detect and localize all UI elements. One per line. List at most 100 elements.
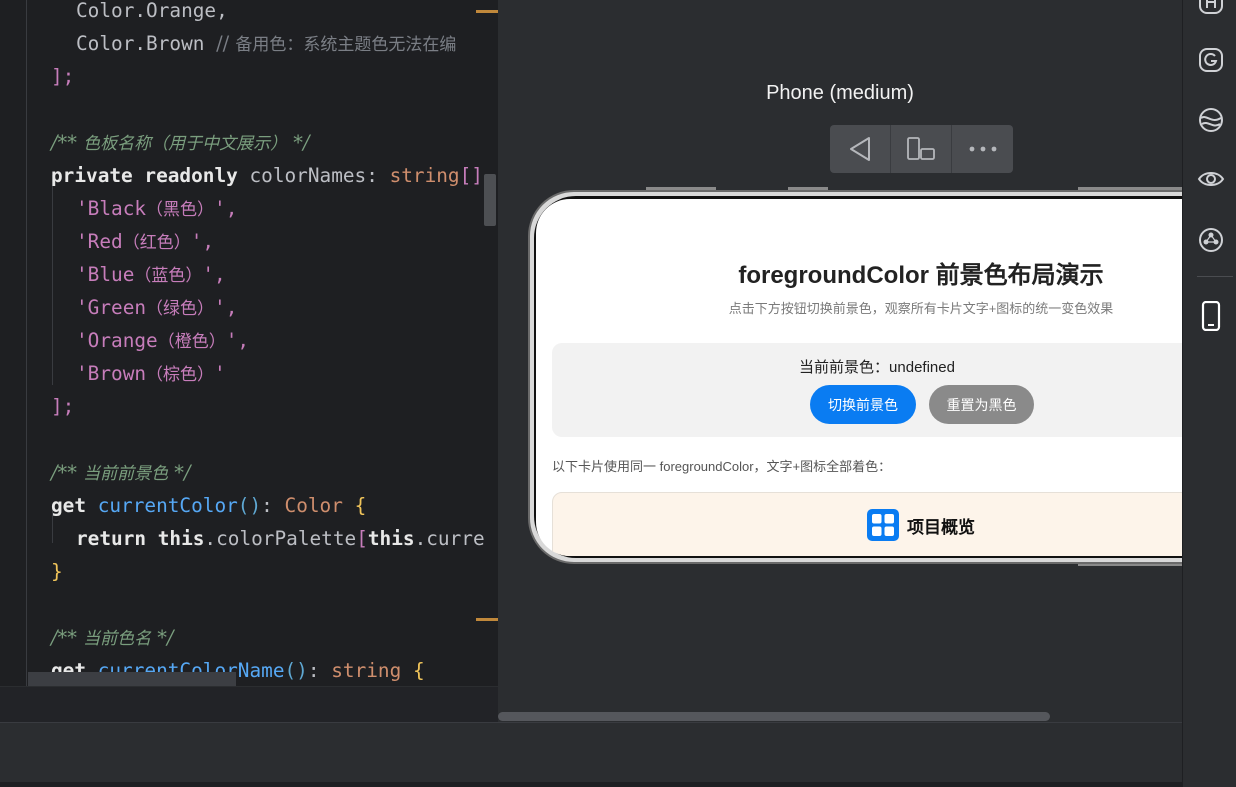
back-triangle-icon	[850, 137, 870, 161]
code-token: :	[261, 494, 285, 517]
code-line[interactable]: /** 当前前景色 */	[51, 456, 191, 489]
code-token: }	[51, 560, 63, 583]
app-subtitle: 点击下方按钮切换前景色，观察所有卡片文字+图标的统一变色效果	[728, 301, 1114, 316]
code-token: /**	[51, 626, 84, 649]
more-button[interactable]	[952, 125, 1013, 173]
device-name: Phone (medium)	[766, 82, 914, 104]
code-token: Color.Orange,	[76, 0, 228, 22]
code-line[interactable]: 'Brown（棕色）'	[76, 357, 226, 390]
change-marker	[476, 618, 498, 621]
rotate-device-button[interactable]	[891, 125, 952, 173]
phone-icon[interactable]	[1197, 301, 1225, 331]
eye-icon[interactable]	[1197, 165, 1225, 193]
code-line[interactable]: ];	[51, 60, 74, 93]
code-token: ];	[51, 65, 75, 88]
status-bar	[0, 782, 1182, 787]
code-token: ()	[284, 659, 308, 682]
code-token: ',	[190, 230, 215, 253]
code-token: 备用色：系统主题色无法在编	[235, 35, 457, 55]
code-line[interactable]: /** 色板名称（用于中文展示） */	[51, 126, 310, 159]
control-panel: 当前前景色：undefined 切换前景色 重置为黑色	[552, 343, 1182, 437]
code-token: return this	[76, 527, 205, 550]
current-color-label: 当前前景色：undefined	[799, 359, 955, 376]
code-token: 'Green	[76, 296, 147, 319]
grid-icon	[867, 509, 899, 541]
code-token: 'Orange	[76, 329, 158, 352]
code-line[interactable]: ];	[51, 390, 74, 423]
code-token: */	[151, 626, 174, 649]
code-token: ',	[202, 263, 226, 286]
code-token: currentColor	[97, 494, 238, 517]
code-token: string	[331, 659, 413, 682]
code-token: .colorPalette	[204, 527, 357, 550]
code-token: string	[389, 164, 460, 187]
code-token: private readonly	[51, 164, 250, 187]
code-token: Color.Brown	[76, 32, 217, 55]
code-token: {	[412, 659, 425, 682]
bottom-panel	[0, 722, 1182, 782]
code-token: （绿色）	[146, 299, 215, 319]
code-token: ',	[214, 197, 238, 220]
code-token: 当前前景色	[83, 464, 169, 484]
code-line[interactable]: Color.Brown // 备用色：系统主题色无法在编	[76, 27, 456, 60]
right-tool-rail	[1182, 0, 1236, 787]
code-token: （棕色）	[146, 365, 215, 385]
code-token: ',	[214, 296, 238, 319]
code-line[interactable]: return this.colorPalette[this.curre	[76, 522, 485, 555]
code-token: /**	[51, 461, 84, 484]
code-token: []	[459, 164, 483, 187]
editor-bottom-strip	[0, 686, 498, 722]
previewer-horizontal-scrollbar[interactable]	[498, 712, 1050, 721]
previewer-panel: Phone (medium) foregroundColor 前景色布局演示 点…	[498, 0, 1182, 722]
code-line[interactable]: 'Red（红色）',	[76, 225, 214, 258]
previewer-toolbar	[830, 125, 1013, 173]
network-icon[interactable]	[1197, 226, 1225, 254]
code-line[interactable]: /** 当前色名 */	[51, 621, 174, 654]
editor-vertical-scrollbar[interactable]	[484, 174, 496, 226]
code-token: 'Black	[76, 197, 147, 220]
code-token: '	[214, 362, 226, 385]
card-note: 以下卡片使用同一 foregroundColor，文字+图标全部着色：	[552, 459, 892, 474]
app-title: foregroundColor 前景色布局演示	[738, 262, 1104, 289]
code-editor[interactable]: Color.Orange, Color.Brown // 备用色：系统主题色无法在…	[0, 0, 498, 686]
indent-guide	[52, 175, 53, 385]
code-token: */	[168, 461, 191, 484]
code-line[interactable]: 'Black（黑色）',	[76, 192, 237, 225]
code-token: ',	[225, 329, 250, 352]
rotate-device-icon	[907, 137, 935, 160]
code-token: 当前色名	[83, 629, 152, 649]
code-token: //	[216, 32, 236, 55]
globe-icon[interactable]	[1197, 106, 1225, 134]
back-button[interactable]	[830, 125, 891, 173]
code-line[interactable]: 'Green（绿色）',	[76, 291, 237, 324]
code-token: 'Brown	[76, 362, 147, 385]
code-token: this	[367, 527, 415, 550]
code-token: （蓝色）	[134, 266, 203, 286]
code-token: （黑色）	[146, 200, 215, 220]
code-token: （红色）	[122, 233, 191, 253]
code-token: colorNames:	[249, 164, 390, 187]
harmony-h-icon[interactable]	[1197, 0, 1225, 16]
code-token: Color	[284, 494, 355, 517]
overview-card[interactable]: 项目概览	[552, 492, 1182, 556]
code-token: ];	[51, 395, 75, 418]
code-token: ()	[237, 494, 262, 517]
reset-black-button[interactable]: 重置为黑色	[929, 385, 1034, 424]
code-line[interactable]: get currentColor(): Color {	[51, 489, 366, 522]
g-icon[interactable]	[1197, 46, 1225, 74]
switch-color-button[interactable]: 切换前景色	[810, 385, 916, 424]
code-token: 'Blue	[76, 263, 135, 286]
phone-screen[interactable]: foregroundColor 前景色布局演示 点击下方按钮切换前景色，观察所有…	[536, 199, 1182, 556]
change-marker	[476, 10, 498, 13]
code-token: 色板名称（用于中文展示）	[83, 134, 288, 154]
code-line[interactable]: 'Orange（橙色）',	[76, 324, 249, 357]
editor-horizontal-scrollbar[interactable]	[28, 672, 236, 686]
code-token: {	[354, 494, 367, 517]
code-line[interactable]: 'Blue（蓝色）',	[76, 258, 226, 291]
indent-guide	[26, 0, 27, 686]
code-line[interactable]: Color.Orange,	[76, 0, 228, 27]
code-token: （橙色）	[157, 332, 226, 352]
code-line[interactable]: private readonly colorNames: string[]	[51, 159, 483, 192]
code-line[interactable]: }	[51, 555, 63, 588]
card-title: 项目概览	[907, 518, 975, 537]
